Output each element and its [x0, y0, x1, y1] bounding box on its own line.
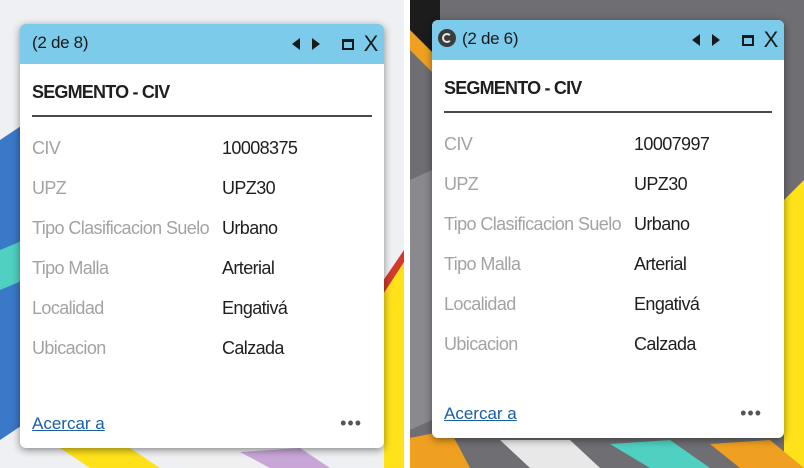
x-icon: X — [763, 27, 779, 52]
attribute-row: Tipo Clasificacion Suelo Urbano — [444, 214, 776, 254]
popup-titlebar: (2 de 8) X — [20, 24, 384, 64]
attribute-value: Arterial — [222, 258, 275, 278]
triangle-right-icon — [312, 38, 320, 50]
next-feature-button[interactable] — [706, 20, 726, 60]
attribute-label: Tipo Clasificacion Suelo — [444, 214, 622, 234]
triangle-left-icon — [292, 38, 300, 50]
attribute-row: Tipo Malla Arterial — [32, 258, 376, 298]
attribute-label: Tipo Malla — [32, 258, 109, 278]
attribute-row: UPZ UPZ30 — [444, 174, 776, 214]
zoom-to-link[interactable]: Acercar a — [32, 414, 105, 434]
attribute-label: CIV — [32, 138, 61, 158]
square-icon — [342, 38, 354, 50]
attribute-value: UPZ30 — [222, 178, 276, 198]
attribute-row: CIV 10008375 — [32, 138, 376, 178]
attribute-label: Ubicacion — [32, 338, 106, 358]
feature-popup-2: (2 de 6) X SEGMENTO - CIV CIV 10007997 U… — [432, 20, 784, 438]
popup-title: SEGMENTO - CIV — [444, 78, 772, 113]
close-button[interactable]: X — [360, 24, 382, 64]
attribute-value: Urbano — [634, 214, 690, 234]
attribute-value: Arterial — [634, 254, 687, 274]
attribute-value: Engativá — [222, 298, 288, 318]
attribute-label: Ubicacion — [444, 334, 518, 354]
attribute-row: Ubicacion Calzada — [32, 338, 376, 378]
feature-counter: (2 de 8) — [32, 33, 89, 52]
square-icon — [742, 34, 754, 46]
attribute-value: Calzada — [634, 334, 696, 354]
maximize-button[interactable] — [338, 24, 358, 64]
attribute-table: CIV 10007997 UPZ UPZ30 Tipo Clasificacio… — [444, 134, 776, 374]
more-actions-button[interactable]: ••• — [340, 413, 362, 434]
attribute-row: Tipo Malla Arterial — [444, 254, 776, 294]
triangle-right-icon — [712, 34, 720, 46]
triangle-left-icon — [692, 34, 700, 46]
attribute-label: Localidad — [444, 294, 516, 314]
attribute-table: CIV 10008375 UPZ UPZ30 Tipo Clasificacio… — [32, 138, 376, 378]
feature-counter: (2 de 6) — [462, 29, 519, 48]
x-icon: X — [363, 31, 379, 56]
attribute-row: Localidad Engativá — [32, 298, 376, 338]
previous-feature-button[interactable] — [286, 24, 306, 64]
attribute-row: Localidad Engativá — [444, 294, 776, 334]
previous-feature-button[interactable] — [686, 20, 706, 60]
zoom-to-link[interactable]: Acercar a — [444, 404, 517, 424]
next-feature-button[interactable] — [306, 24, 326, 64]
attribute-label: CIV — [444, 134, 473, 154]
attribute-value: 10008375 — [222, 138, 298, 158]
maximize-button[interactable] — [738, 20, 758, 60]
attribute-value: 10007997 — [634, 134, 710, 154]
spinner-icon — [438, 29, 456, 47]
attribute-label: Localidad — [32, 298, 104, 318]
attribute-label: Tipo Clasificacion Suelo — [32, 218, 210, 238]
attribute-row: UPZ UPZ30 — [32, 178, 376, 218]
feature-popup-1: (2 de 8) X SEGMENTO - CIV CIV 10008375 U… — [20, 24, 384, 448]
close-button[interactable]: X — [760, 20, 782, 60]
attribute-value: Calzada — [222, 338, 284, 358]
popup-titlebar: (2 de 6) X — [432, 20, 784, 60]
attribute-label: UPZ — [444, 174, 479, 194]
attribute-row: Ubicacion Calzada — [444, 334, 776, 374]
popup-title: SEGMENTO - CIV — [32, 82, 372, 117]
attribute-row: Tipo Clasificacion Suelo Urbano — [32, 218, 376, 258]
attribute-row: CIV 10007997 — [444, 134, 776, 174]
attribute-value: Urbano — [222, 218, 278, 238]
attribute-label: UPZ — [32, 178, 67, 198]
attribute-value: Engativá — [634, 294, 700, 314]
attribute-label: Tipo Malla — [444, 254, 521, 274]
more-actions-button[interactable]: ••• — [740, 403, 762, 424]
attribute-value: UPZ30 — [634, 174, 688, 194]
